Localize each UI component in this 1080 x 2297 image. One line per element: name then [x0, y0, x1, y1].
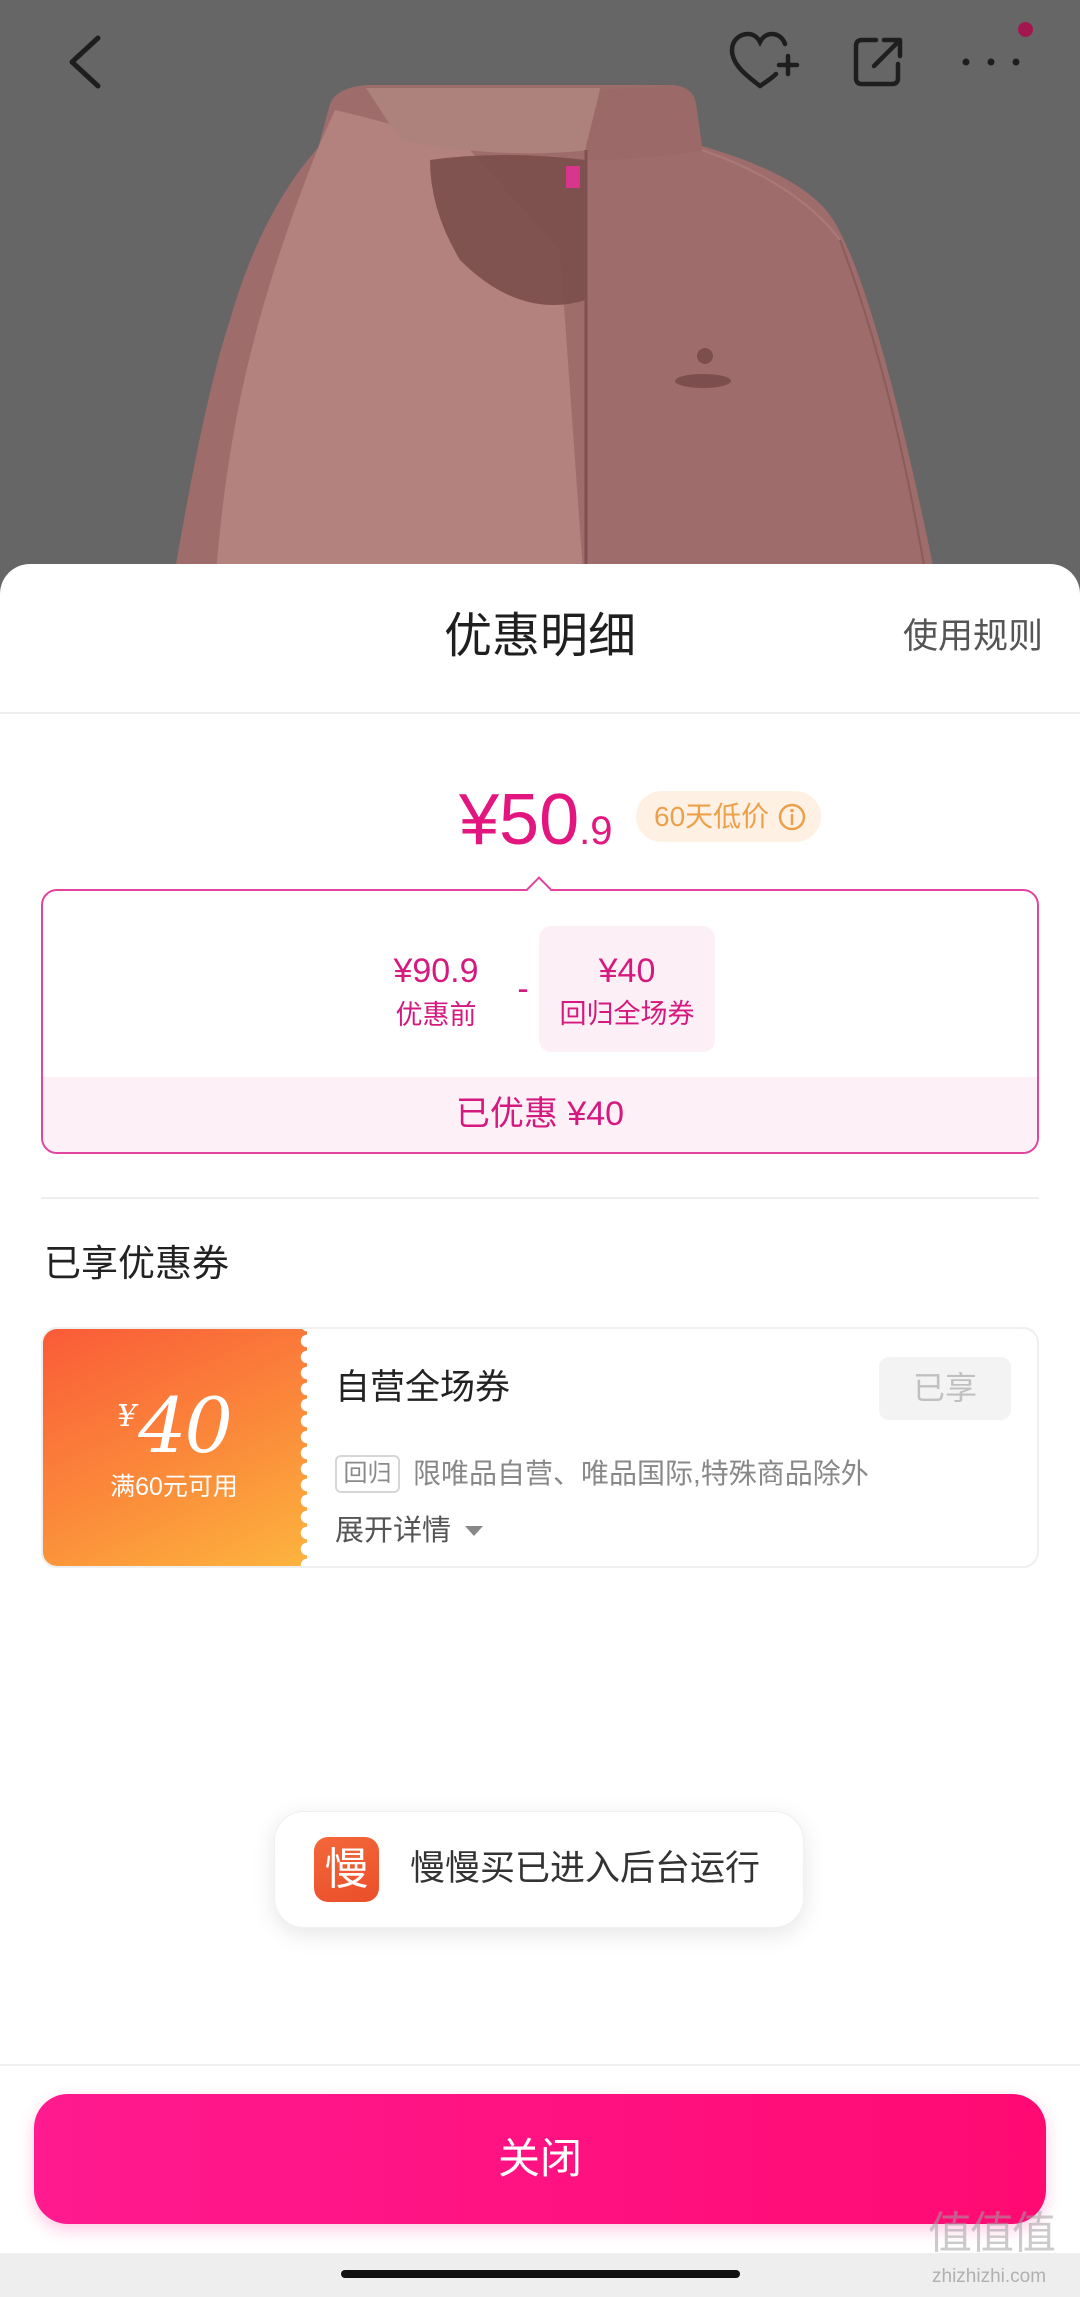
footer-divider — [0, 2064, 1080, 2066]
right-collar — [586, 85, 702, 160]
original-price-label: 优惠前 — [395, 1000, 477, 1030]
back-button[interactable] — [56, 28, 116, 96]
final-price-main: ¥50 — [459, 780, 580, 860]
coupon-card: ¥40 满60元可用 自营全场券 已享 回归 限唯品自营、唯品国际,特殊商品除外… — [41, 1327, 1039, 1568]
background-toast: 慢 慢慢买已进入后台运行 — [274, 1811, 804, 1928]
info-icon[interactable] — [777, 802, 807, 832]
notification-dot — [1018, 22, 1033, 37]
coupon-expand-details[interactable]: 展开详情 — [335, 1511, 485, 1551]
home-indicator[interactable] — [341, 2270, 740, 2278]
usage-rules-link[interactable]: 使用规则 — [903, 612, 1043, 662]
low-price-badge[interactable]: 60天低价 — [636, 791, 822, 842]
minus-operator: - — [517, 970, 529, 1008]
discount-amount: ¥40 — [598, 952, 656, 990]
coupon-amount: ¥40 — [43, 1381, 305, 1471]
coupon-name: 自营全场券 — [335, 1368, 511, 1407]
coupon-condition: 满60元可用 — [110, 1473, 238, 1501]
more-button[interactable] — [950, 40, 1030, 84]
final-price: ¥50.9 — [459, 778, 613, 862]
original-price: ¥90.9 — [393, 952, 479, 990]
discount-label: 回归全场券 — [559, 999, 695, 1029]
watermark-logo: 值值值 — [928, 2209, 1056, 2258]
section-divider — [41, 1197, 1039, 1199]
discount-item: ¥40 回归全场券 — [539, 926, 715, 1052]
low-price-badge-label: 60天低价 — [654, 801, 770, 832]
caret-down-icon — [465, 1526, 484, 1536]
coupon-amount-value: 40 — [138, 1381, 233, 1470]
toast-message: 慢慢买已进入后台运行 — [410, 1849, 761, 1888]
more-dots-icon — [962, 58, 1020, 66]
product-photo — [0, 0, 1080, 601]
close-button[interactable]: 关闭 — [34, 2094, 1046, 2224]
heart-plus-icon — [729, 31, 800, 89]
coupon-expand-label: 展开详情 — [335, 1515, 452, 1547]
coupon-status-button: 已享 — [879, 1357, 1011, 1420]
neck-tag — [566, 166, 580, 188]
coupon-scope: 限唯品自营、唯品国际,特殊商品除外 — [413, 1458, 869, 1489]
share-button[interactable] — [848, 30, 908, 92]
jacket-image — [0, 0, 1080, 601]
favorite-button[interactable] — [726, 26, 802, 94]
discount-detail-sheet: 优惠明细 使用规则 ¥50.9 60天低价 ¥90.9 优惠前 - ¥40 回归… — [0, 564, 1080, 2297]
coupons-heading: 已享优惠券 — [44, 1243, 229, 1284]
breakdown-pointer — [526, 876, 552, 902]
header-divider — [0, 712, 1080, 714]
watermark-domain: zhizhizhi.com — [932, 2266, 1047, 2287]
price-breakdown: ¥90.9 优惠前 - ¥40 回归全场券 已优惠 ¥40 — [41, 876, 1039, 1154]
coupon-currency: ¥ — [117, 1399, 137, 1434]
app-icon: 慢 — [314, 1837, 379, 1902]
share-icon — [853, 37, 903, 87]
coupon-tag: 回归 — [335, 1455, 400, 1493]
total-saved: 已优惠 ¥40 — [43, 1077, 1037, 1152]
final-price-decimal: .9 — [579, 809, 613, 853]
back-icon — [69, 35, 101, 89]
